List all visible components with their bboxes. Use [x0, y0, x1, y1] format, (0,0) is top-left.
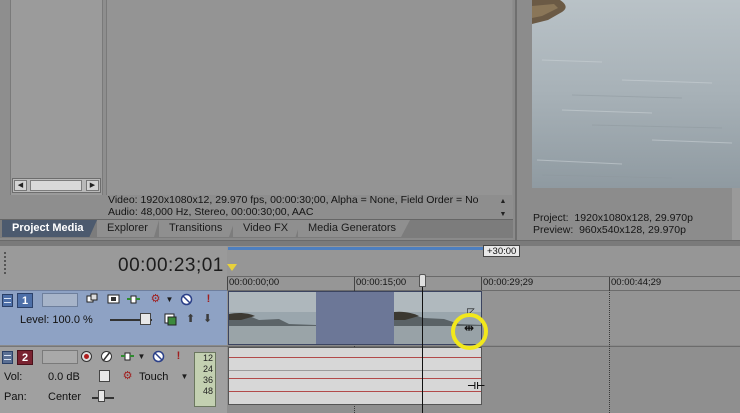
solo-icon[interactable]: ! — [172, 350, 185, 363]
ruler-label: 00:00:44;29 — [611, 277, 662, 288]
volume-slider-knob[interactable] — [99, 370, 110, 382]
mute-icon[interactable] — [152, 350, 165, 363]
ruler-label: 00:00:00;00 — [229, 277, 280, 288]
tab-explorer[interactable]: Explorer — [97, 220, 159, 237]
media-bin-tree[interactable] — [10, 0, 103, 195]
loop-region-length: +30:00 — [483, 245, 521, 257]
ruler-tick — [227, 277, 228, 290]
tab-media-generators[interactable]: Media Generators — [298, 220, 410, 237]
meter-label: 24 — [202, 364, 213, 374]
invert-phase-icon[interactable] — [100, 350, 113, 363]
cursor-timecode: 00:00:23;01 — [118, 255, 224, 276]
loop-region-bar[interactable] — [228, 247, 483, 250]
track-expand-collapse-icon[interactable] — [2, 294, 13, 307]
audio-waveform-line — [229, 378, 481, 379]
solo-icon[interactable]: ! — [202, 293, 215, 306]
ruler-label: 00:00:15;00 — [356, 277, 407, 288]
track-motion-icon[interactable] — [86, 293, 99, 306]
audio-channel-divider — [229, 370, 481, 371]
track-number: 1 — [17, 293, 33, 308]
arm-record-icon[interactable] — [80, 350, 93, 363]
ruler-tick — [354, 277, 355, 290]
audio-waveform-line — [229, 357, 481, 358]
audio-level-meter: 12 24 36 48 — [194, 352, 216, 407]
level-label: Level: 100.0 % — [20, 314, 93, 326]
meter-label: 12 — [202, 353, 213, 363]
loop-start-marker-icon[interactable] — [227, 264, 237, 271]
track-expand-collapse-icon[interactable] — [2, 351, 13, 364]
scroll-right-icon[interactable]: ▶ — [86, 180, 99, 191]
track-fx-icon[interactable] — [121, 350, 134, 363]
meter-label: 48 — [202, 386, 213, 396]
pan-slider-knob[interactable] — [98, 390, 105, 402]
grip-handle-icon[interactable] — [4, 252, 8, 274]
scroll-left-icon[interactable]: ◀ — [14, 180, 27, 191]
tab-transitions[interactable]: Transitions — [159, 220, 235, 237]
media-list[interactable] — [106, 0, 512, 195]
track-number: 2 — [17, 350, 33, 365]
media-video-info: Video: 1920x1080x12, 29.970 fps, 00:00:3… — [108, 194, 479, 206]
project-properties: Project: 1920x1080x128, 29.970p — [533, 212, 693, 224]
level-slider-knob[interactable] — [140, 313, 151, 325]
make-compositing-parent-icon[interactable]: ⬆ — [184, 313, 197, 326]
playhead-cursor[interactable] — [422, 287, 423, 413]
automation-mode[interactable]: Touch — [139, 371, 168, 383]
audio-waveform-line — [229, 391, 481, 392]
chevron-down-icon[interactable]: ▼ — [163, 293, 176, 306]
track-name-field[interactable] — [42, 350, 78, 364]
pan-label: Pan: — [4, 391, 27, 403]
preview-resolution: Preview: 960x540x128, 29.970p — [533, 224, 686, 236]
audio-trim-cursor-icon: ⊣⊢ — [467, 381, 486, 392]
volume-label: Vol: — [4, 371, 23, 383]
track-fx-icon[interactable] — [127, 293, 140, 306]
volume-value: 0.0 dB — [48, 371, 80, 383]
ruler-tick — [609, 277, 610, 290]
audio-event[interactable] — [228, 347, 482, 405]
thumbnail-frame — [229, 292, 316, 344]
media-properties-info: Video: 1920x1080x12, 29.970 fps, 00:00:3… — [108, 194, 513, 222]
chevron-down-icon[interactable]: ▼ — [135, 350, 148, 363]
composite-mode-icon[interactable] — [164, 313, 177, 326]
audio-track-header[interactable] — [0, 346, 227, 413]
scrollbar-thumb[interactable] — [30, 180, 82, 191]
grid-line — [609, 290, 610, 413]
playhead-handle[interactable] — [419, 274, 426, 287]
pan-value: Center — [48, 391, 82, 403]
tab-project-media[interactable]: Project Media — [2, 220, 97, 237]
ruler-tick — [481, 277, 482, 290]
preview-properties: Project: 1920x1080x128, 29.970p Preview: … — [533, 212, 738, 236]
meter-label: 36 — [202, 375, 213, 385]
ruler-label: 00:00:29;29 — [483, 277, 534, 288]
track-name-field[interactable] — [42, 293, 78, 307]
media-audio-info: Audio: 48,000 Hz, Stereo, 00:00:30;00, A… — [108, 206, 314, 218]
media-tree-horizontal-scrollbar[interactable]: ◀ ▶ — [12, 178, 101, 193]
info-scroll-up-icon[interactable]: ▲ — [497, 196, 509, 207]
compositing-gear-icon[interactable]: ⚙ — [149, 293, 162, 306]
automation-gear-icon[interactable]: ⚙ — [121, 370, 134, 383]
event-pan-crop-icon[interactable] — [107, 293, 120, 306]
tab-video-fx[interactable]: Video FX — [233, 220, 301, 237]
mute-icon[interactable] — [180, 293, 193, 306]
video-preview-frame — [532, 0, 740, 188]
video-event[interactable] — [228, 291, 482, 345]
highlight-circle — [451, 313, 488, 350]
chevron-down-icon[interactable]: ▼ — [178, 370, 191, 383]
make-compositing-child-icon[interactable]: ⬇ — [201, 313, 214, 326]
